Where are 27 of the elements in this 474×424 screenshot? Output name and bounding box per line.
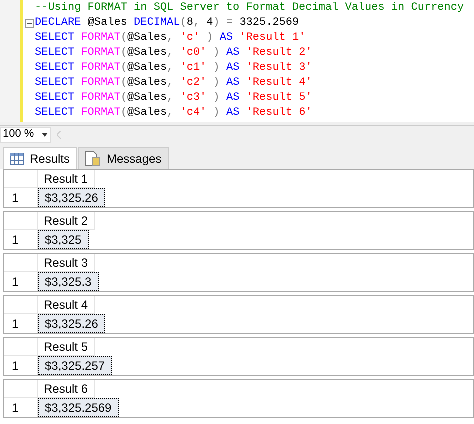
result-tab[interactable]: Results <box>3 147 78 169</box>
column-header: Result 4 <box>38 296 96 314</box>
code-line: SELECT FORMAT(@Sales, 'c1' ) AS 'Result 3' <box>35 61 312 76</box>
code-line: DECLARE @Sales DECIMAL(8, 4) = 3325.2569 <box>35 16 300 31</box>
table-cell[interactable]: $3,325.26 <box>38 314 106 333</box>
table-cell[interactable]: $3,325.26 <box>38 188 106 207</box>
table-cell[interactable]: $3,325.3 <box>38 272 99 291</box>
code-line: SELECT FORMAT(@Sales, 'c4' ) AS 'Result 6' <box>35 106 312 121</box>
column-header: Result 3 <box>38 254 96 272</box>
column-header: Result 2 <box>38 212 96 230</box>
code-line: SELECT FORMAT(@Sales, 'c2' ) AS 'Result 4' <box>35 76 312 91</box>
table-cell[interactable]: $3,325.257 <box>38 356 112 375</box>
code-line: SELECT FORMAT(@Sales, 'c3' ) AS 'Result 5' <box>35 91 312 106</box>
zoom-dropdown[interactable]: 100 % <box>0 126 52 142</box>
table-cell[interactable]: $3,325 <box>38 230 89 249</box>
collapse-icon[interactable] <box>24 19 34 28</box>
code-line: SELECT FORMAT(@Sales, 'c0' ) AS 'Result 2' <box>35 46 312 61</box>
code-line: --Using FORMAT in SQL Server to Format Decimal Values in Currency <box>35 1 464 16</box>
table-cell[interactable]: $3,325.2569 <box>38 398 119 417</box>
code-line: SELECT FORMAT(@Sales, 'c' ) AS 'Result 1' <box>35 31 306 46</box>
caret-icon <box>42 132 48 136</box>
grid-icon <box>10 152 24 164</box>
column-header: Result 5 <box>38 338 96 356</box>
result-tab[interactable]: Messages <box>78 147 169 169</box>
document-icon <box>85 150 102 166</box>
column-header: Result 6 <box>38 380 96 398</box>
column-header: Result 1 <box>38 170 96 188</box>
